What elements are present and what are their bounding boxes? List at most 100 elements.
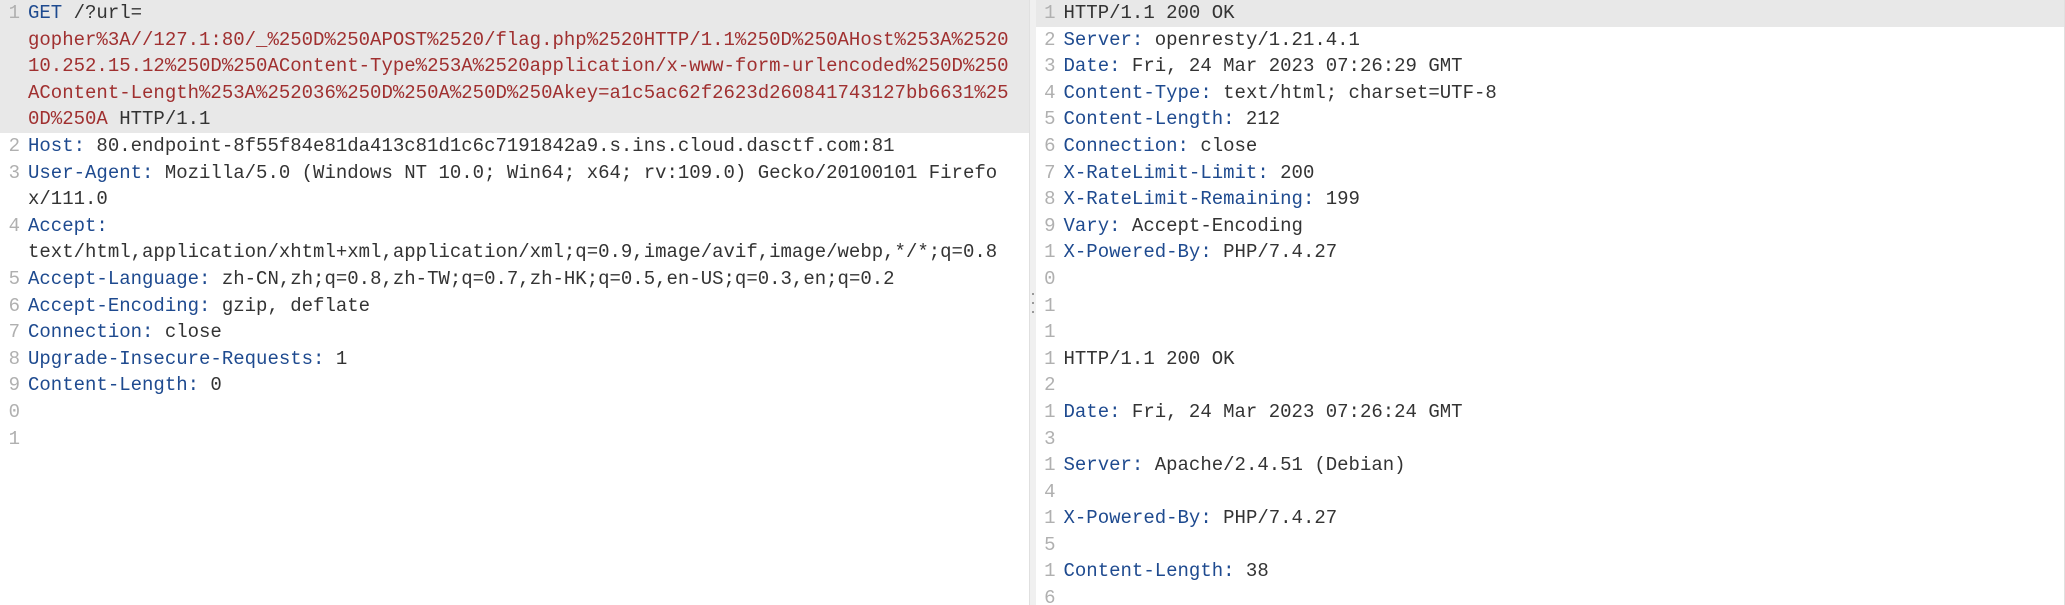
token: Content-Type:	[1064, 82, 1212, 104]
token: 1	[324, 348, 347, 370]
line-content: Content-Length: 212	[1064, 106, 2065, 133]
line-number: 6	[1036, 133, 1064, 160]
line-content: Accept-Language: zh-CN,zh;q=0.8,zh-TW;q=…	[28, 266, 1029, 293]
line-content: Connection: close	[1064, 133, 2065, 160]
code-line[interactable]: 5Accept-Language: zh-CN,zh;q=0.8,zh-TW;q…	[0, 266, 1029, 293]
code-line[interactable]: 16Content-Length: 38	[1036, 558, 2065, 605]
line-content: Server: Apache/2.4.51 (Debian)	[1064, 452, 2065, 505]
code-line[interactable]: 4Accept: text/html,application/xhtml+xml,…	[0, 213, 1029, 266]
code-line[interactable]: 6Connection: close	[1036, 133, 2065, 160]
line-number: 9	[0, 372, 28, 399]
token: text/html,application/xhtml+xml,applicat…	[28, 241, 997, 263]
line-number: 11	[1036, 293, 1064, 346]
line-number: 5	[1036, 106, 1064, 133]
token: openresty/1.21.4.1	[1143, 29, 1360, 51]
code-line[interactable]: 11	[1036, 293, 2065, 346]
token: Fri, 24 Mar 2023 07:26:29 GMT	[1121, 55, 1463, 77]
line-number: 9	[1036, 213, 1064, 240]
token: 80.endpoint-8f55f84e81da413c81d1c6c71918…	[85, 135, 895, 157]
code-line[interactable]: 10X-Powered-By: PHP/7.4.27	[1036, 239, 2065, 292]
line-content: X-Powered-By: PHP/7.4.27	[1064, 505, 2065, 558]
code-line[interactable]: 2Server: openresty/1.21.4.1	[1036, 27, 2065, 54]
token: Content-Length:	[28, 374, 199, 396]
line-number: 3	[1036, 53, 1064, 80]
line-number: 14	[1036, 452, 1064, 505]
token: Connection:	[28, 321, 153, 343]
line-content	[28, 399, 1029, 426]
code-line[interactable]: 7Connection: close	[0, 319, 1029, 346]
line-number: 7	[0, 319, 28, 346]
line-content: X-RateLimit-Limit: 200	[1064, 160, 2065, 187]
line-number: 16	[1036, 558, 1064, 605]
token: 200	[1269, 162, 1315, 184]
line-content: GET /?url=gopher%3A//127.1:80/_%250D%250…	[28, 0, 1029, 133]
line-content: Content-Length: 38	[1064, 558, 2065, 605]
line-number: 3	[0, 160, 28, 213]
token: Content-Length:	[1064, 108, 1235, 130]
code-line[interactable]: 3Date: Fri, 24 Mar 2023 07:26:29 GMT	[1036, 53, 2065, 80]
splitter-handle-icon	[1032, 293, 1034, 313]
token: GET	[28, 2, 62, 24]
line-content: User-Agent: Mozilla/5.0 (Windows NT 10.0…	[28, 160, 1029, 213]
code-line[interactable]: 12HTTP/1.1 200 OK	[1036, 346, 2065, 399]
token: Date:	[1064, 401, 1121, 423]
token: HTTP/1.1	[108, 108, 211, 130]
line-number: 5	[0, 266, 28, 293]
code-line[interactable]: 14Server: Apache/2.4.51 (Debian)	[1036, 452, 2065, 505]
line-content: Date: Fri, 24 Mar 2023 07:26:29 GMT	[1064, 53, 2065, 80]
line-number: 1	[0, 426, 28, 453]
token: X-RateLimit-Limit:	[1064, 162, 1269, 184]
line-content: X-RateLimit-Remaining: 199	[1064, 186, 2065, 213]
line-number: 8	[1036, 186, 1064, 213]
line-number: 12	[1036, 346, 1064, 399]
token: text/html; charset=UTF-8	[1212, 82, 1497, 104]
token: Host:	[28, 135, 85, 157]
line-number: 4	[1036, 80, 1064, 107]
token: Connection:	[1064, 135, 1189, 157]
token: Accept-Encoding	[1121, 215, 1303, 237]
code-line[interactable]: 5Content-Length: 212	[1036, 106, 2065, 133]
code-line[interactable]: 15X-Powered-By: PHP/7.4.27	[1036, 505, 2065, 558]
line-content: Upgrade-Insecure-Requests: 1	[28, 346, 1029, 373]
line-content: HTTP/1.1 200 OK	[1064, 346, 2065, 399]
code-line[interactable]: 3User-Agent: Mozilla/5.0 (Windows NT 10.…	[0, 160, 1029, 213]
line-number: 4	[0, 213, 28, 266]
line-content: Date: Fri, 24 Mar 2023 07:26:24 GMT	[1064, 399, 2065, 452]
code-line[interactable]: 8X-RateLimit-Remaining: 199	[1036, 186, 2065, 213]
line-number: 8	[0, 346, 28, 373]
code-line[interactable]: 1GET /?url=gopher%3A//127.1:80/_%250D%25…	[0, 0, 1029, 133]
code-line[interactable]: 7X-RateLimit-Limit: 200	[1036, 160, 2065, 187]
code-line[interactable]: 2Host: 80.endpoint-8f55f84e81da413c81d1c…	[0, 133, 1029, 160]
line-number: 10	[1036, 239, 1064, 292]
code-line[interactable]: 9Content-Length: 0	[0, 372, 1029, 399]
line-number: 7	[1036, 160, 1064, 187]
request-pane[interactable]: 1 GET /?url=gopher%3A//127.1:80/_%250D%25…	[0, 0, 1030, 605]
response-pane[interactable]: 1HTTP/1.1 200 OK2Server: openresty/1.21.…	[1036, 0, 2065, 605]
line-content	[1064, 293, 2065, 346]
code-line[interactable]: 13Date: Fri, 24 Mar 2023 07:26:24 GMT	[1036, 399, 2065, 452]
code-line[interactable]: 0	[0, 399, 1029, 426]
token: Accept:	[28, 215, 108, 237]
code-line[interactable]: 6Accept-Encoding: gzip, deflate	[0, 293, 1029, 320]
token: Server:	[1064, 454, 1144, 476]
line-content: X-Powered-By: PHP/7.4.27	[1064, 239, 2065, 292]
code-line[interactable]: 1HTTP/1.1 200 OK	[1036, 0, 2065, 27]
token: close	[1189, 135, 1257, 157]
line-content: Content-Length: 0	[28, 372, 1029, 399]
line-number: 0	[0, 399, 28, 426]
code-line[interactable]: 1	[0, 426, 1029, 453]
code-line[interactable]: 4Content-Type: text/html; charset=UTF-8	[1036, 80, 2065, 107]
token: X-Powered-By:	[1064, 507, 1212, 529]
code-line[interactable]: 8Upgrade-Insecure-Requests: 1	[0, 346, 1029, 373]
line-number: 13	[1036, 399, 1064, 452]
line-number: 2	[1036, 27, 1064, 54]
token: Upgrade-Insecure-Requests:	[28, 348, 324, 370]
code-line[interactable]: 9Vary: Accept-Encoding	[1036, 213, 2065, 240]
token: /?url=	[62, 2, 142, 24]
token: Accept-Language:	[28, 268, 210, 290]
token: Content-Length:	[1064, 560, 1235, 582]
line-content: Server: openresty/1.21.4.1	[1064, 27, 2065, 54]
line-content: Accept: text/html,application/xhtml+xml,a…	[28, 213, 1029, 266]
line-number: 6	[0, 293, 28, 320]
token: 212	[1235, 108, 1281, 130]
